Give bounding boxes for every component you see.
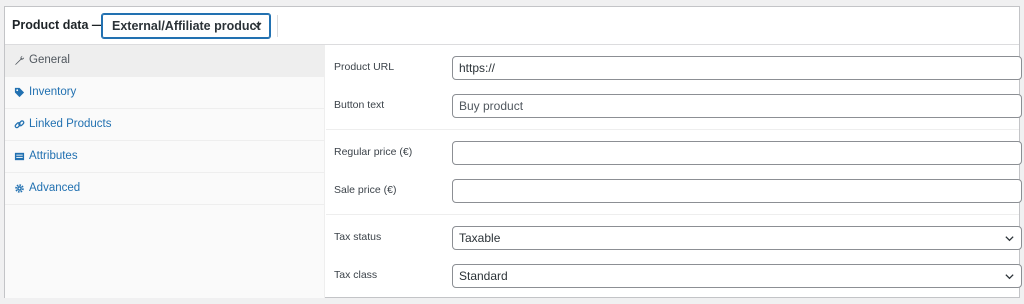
tab-linked-products[interactable]: Linked Products bbox=[5, 109, 324, 141]
product-data-tabs: General Inventory Linked Products Attrib… bbox=[5, 45, 325, 298]
tax-class-select[interactable]: Standard bbox=[452, 264, 1022, 288]
link-icon bbox=[14, 120, 25, 129]
tab-label: General bbox=[29, 54, 70, 66]
tax-class-label: Tax class bbox=[334, 269, 378, 281]
chevron-down-icon bbox=[1005, 274, 1014, 280]
tag-icon bbox=[14, 87, 25, 98]
product-url-value: https:// bbox=[459, 61, 496, 75]
general-options-panel: Product URL https:// Button text Buy pro… bbox=[326, 45, 1022, 298]
product-type-value: External/Affiliate product bbox=[112, 19, 261, 33]
sale-price-row: Sale price (€) bbox=[326, 172, 1022, 210]
panel-title: Product data — bbox=[12, 18, 105, 32]
tax-status-value: Taxable bbox=[459, 231, 501, 245]
button-text-label: Button text bbox=[334, 99, 385, 111]
chevron-down-icon bbox=[252, 22, 262, 28]
tab-label: Attributes bbox=[29, 150, 78, 162]
tab-inventory[interactable]: Inventory bbox=[5, 77, 324, 109]
tax-class-value: Standard bbox=[459, 269, 508, 283]
sale-price-input[interactable] bbox=[452, 179, 1022, 203]
tab-attributes[interactable]: Attributes bbox=[5, 141, 324, 173]
product-url-input[interactable]: https:// bbox=[452, 56, 1022, 80]
product-url-label: Product URL bbox=[334, 61, 395, 73]
gear-icon bbox=[15, 184, 24, 193]
tax-status-label: Tax status bbox=[334, 231, 382, 243]
tab-general[interactable]: General bbox=[5, 45, 324, 77]
chevron-down-icon bbox=[1005, 236, 1014, 242]
header-divider bbox=[277, 15, 278, 37]
tax-status-row: Tax status Taxable bbox=[326, 219, 1022, 257]
wrench-icon bbox=[15, 55, 25, 65]
tax-options-group: Tax status Taxable Tax class Standard bbox=[326, 215, 1022, 297]
sale-price-label: Sale price (€) bbox=[334, 184, 397, 196]
button-text-row: Button text Buy product bbox=[326, 87, 1022, 125]
panel-header: Product data — External/Affiliate produc… bbox=[5, 7, 1019, 45]
tab-label: Advanced bbox=[29, 182, 81, 194]
button-text-placeholder: Buy product bbox=[459, 99, 524, 113]
product-url-row: Product URL https:// bbox=[326, 49, 1022, 87]
url-options-group: Product URL https:// Button text Buy pro… bbox=[326, 45, 1022, 130]
tab-label: Linked Products bbox=[29, 118, 112, 130]
list-icon bbox=[14, 152, 25, 161]
tax-class-row: Tax class Standard bbox=[326, 257, 1022, 295]
product-type-select[interactable]: External/Affiliate product bbox=[101, 13, 271, 39]
tab-advanced[interactable]: Advanced bbox=[5, 173, 324, 205]
regular-price-row: Regular price (€) bbox=[326, 134, 1022, 172]
tax-status-select[interactable]: Taxable bbox=[452, 226, 1022, 250]
pricing-options-group: Regular price (€) Sale price (€) bbox=[326, 130, 1022, 215]
product-data-panel: Product data — External/Affiliate produc… bbox=[4, 6, 1022, 298]
regular-price-input[interactable] bbox=[452, 141, 1022, 165]
button-text-input[interactable]: Buy product bbox=[452, 94, 1022, 118]
regular-price-label: Regular price (€) bbox=[334, 146, 413, 158]
tab-label: Inventory bbox=[29, 86, 77, 98]
